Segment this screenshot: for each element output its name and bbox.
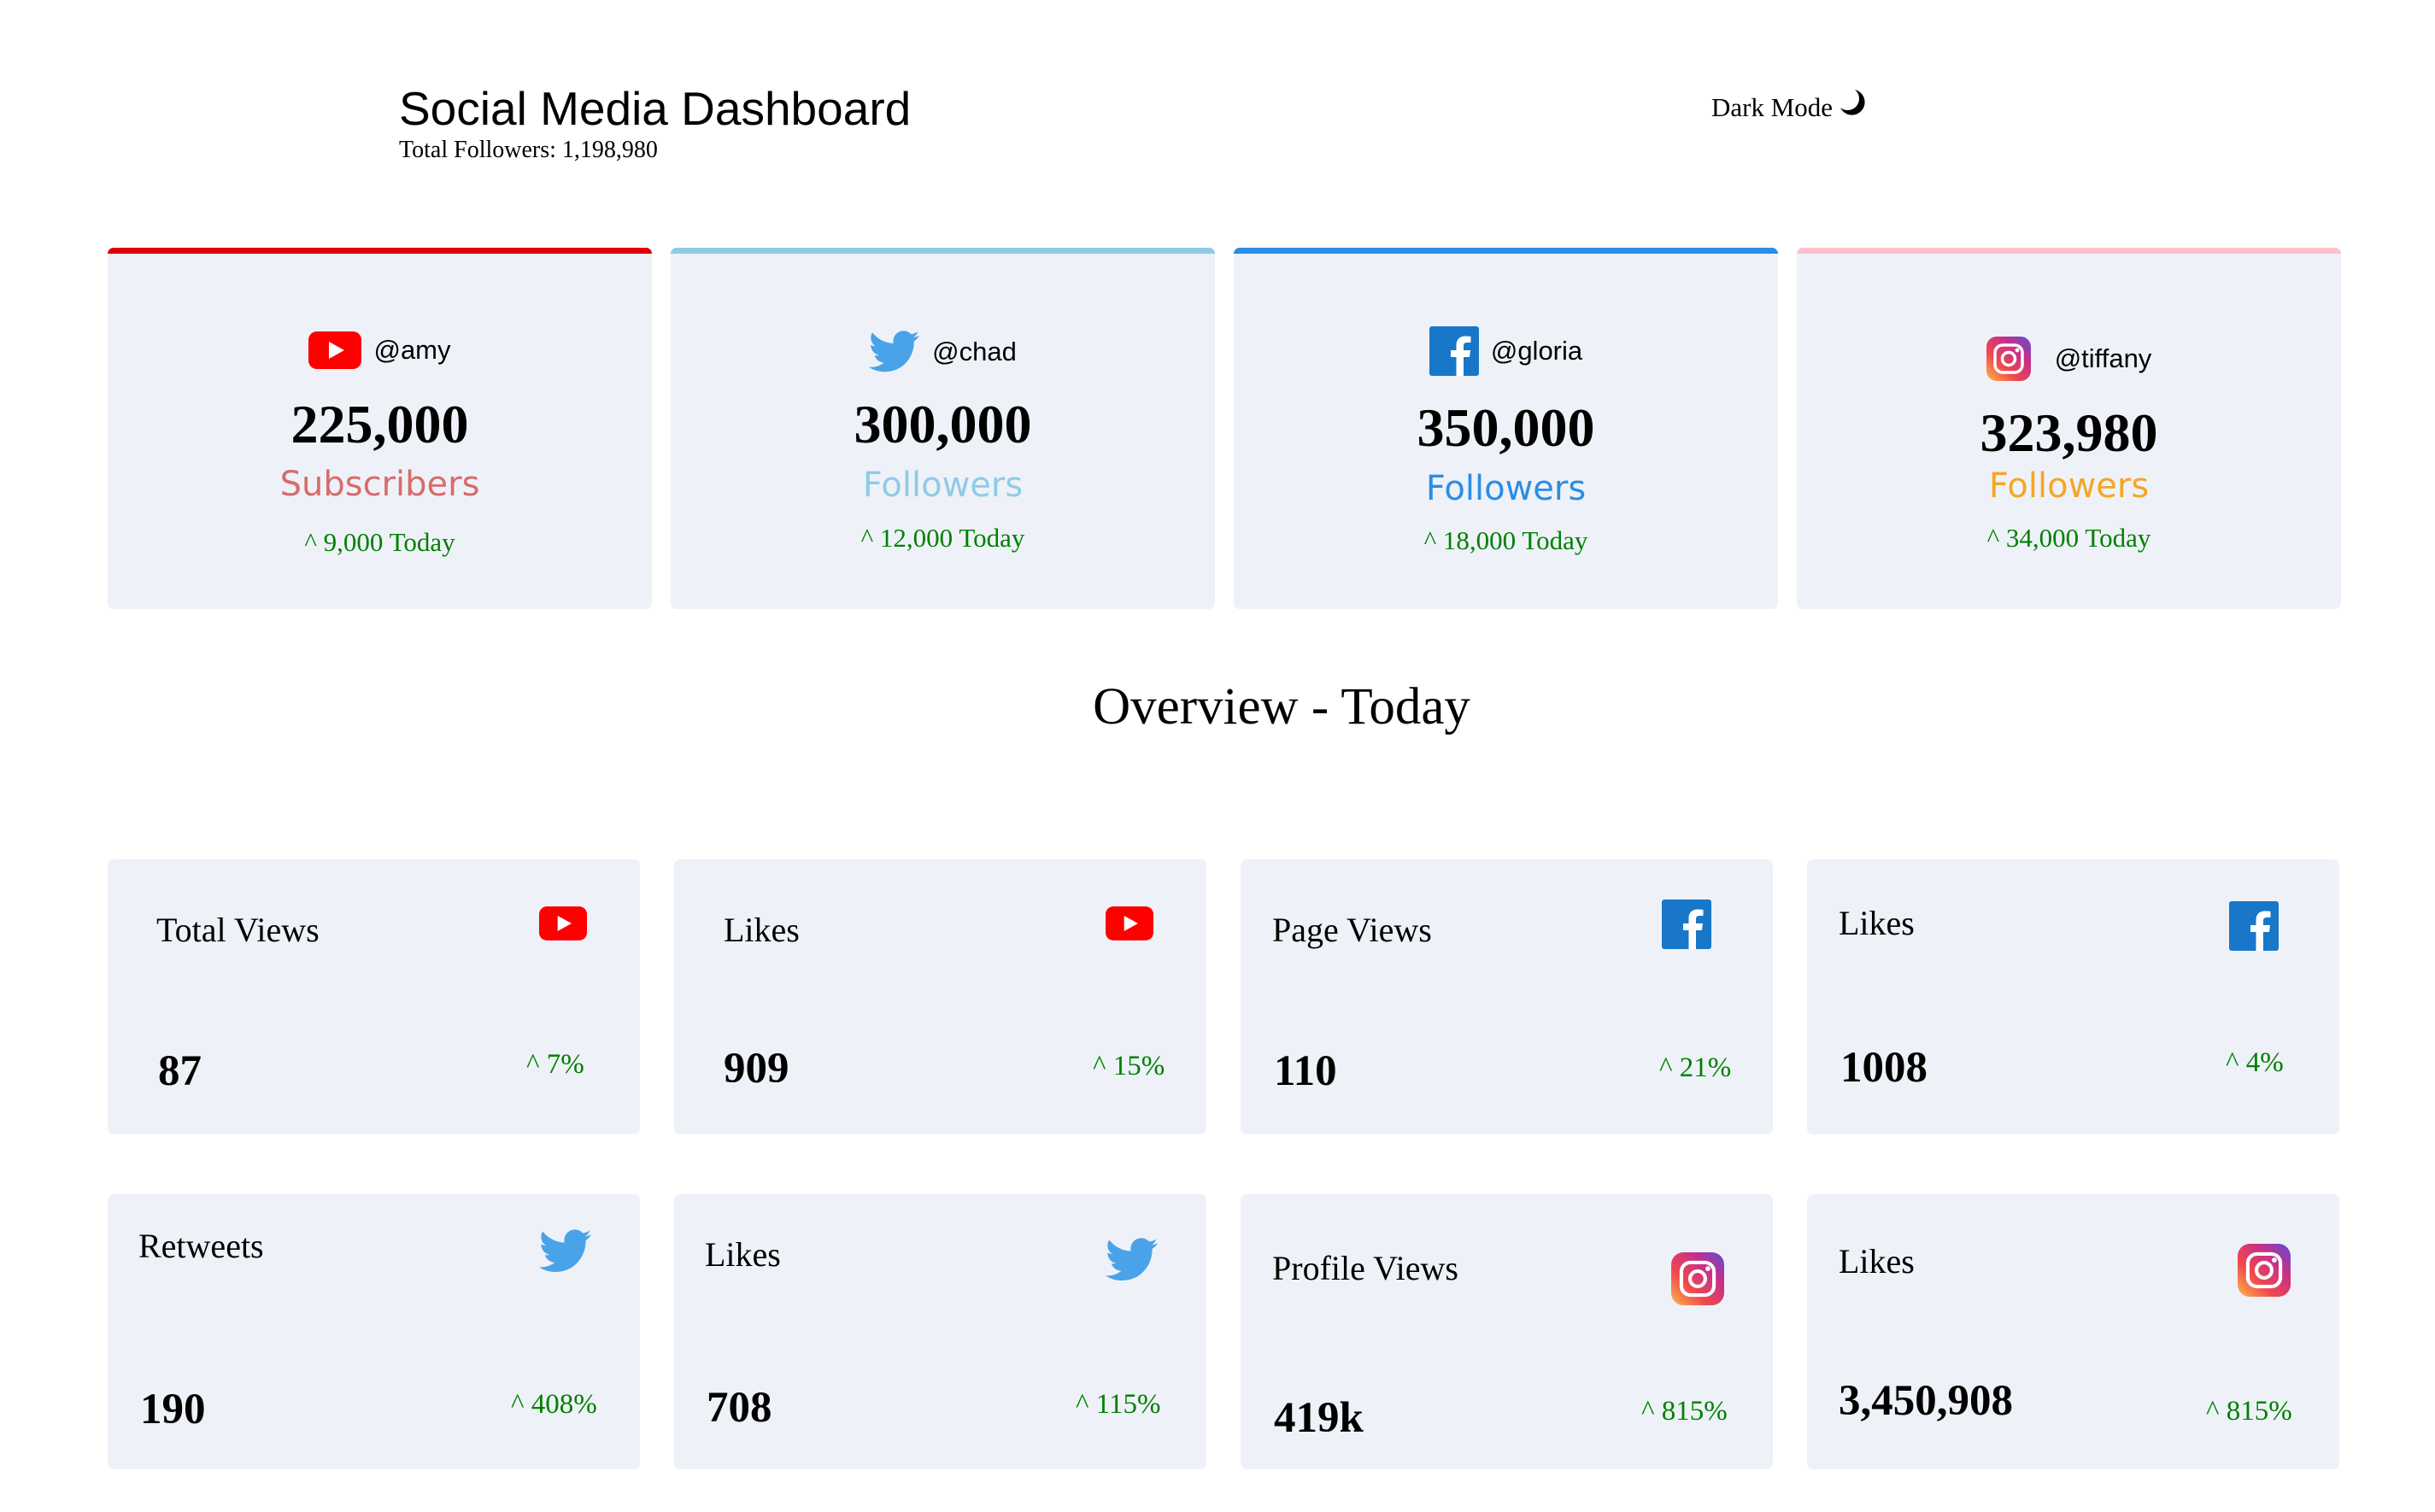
overview-label: Total Views bbox=[156, 911, 320, 949]
follower-unit: Subscribers bbox=[279, 465, 480, 504]
follower-card-instagram[interactable]: @tiffany 323,980 Followers ^ 34,000 Toda… bbox=[1797, 248, 2341, 609]
twitter-icon bbox=[539, 1229, 591, 1273]
instagram-icon bbox=[1986, 337, 2031, 381]
overview-label: Likes bbox=[1839, 1242, 1915, 1281]
dashboard-page: Social Media Dashboard Total Followers: … bbox=[0, 0, 2435, 1512]
card-handle-row: @gloria bbox=[1234, 326, 1778, 376]
overview-value: 708 bbox=[707, 1384, 772, 1432]
overview-label: Likes bbox=[1839, 904, 1915, 942]
card-handle-row: @amy bbox=[108, 331, 652, 369]
overview-label: Likes bbox=[724, 911, 800, 949]
follower-card-facebook[interactable]: @gloria 350,000 Followers ^ 18,000 Today bbox=[1234, 248, 1778, 609]
overview-change: ^ 815% bbox=[1641, 1396, 1728, 1427]
overview-value: 3,450,908 bbox=[1839, 1377, 2013, 1425]
today-change: ^ 18,000 Today bbox=[1423, 525, 1588, 555]
overview-change: ^ 15% bbox=[1093, 1051, 1165, 1081]
moon-icon bbox=[1840, 90, 1865, 115]
youtube-icon bbox=[1106, 906, 1153, 941]
facebook-icon bbox=[1429, 326, 1479, 376]
overview-change: ^ 21% bbox=[1659, 1052, 1732, 1083]
overview-change: ^ 408% bbox=[511, 1389, 597, 1420]
card-handle: @tiffany bbox=[2054, 343, 2152, 373]
overview-card-twitter-retweets[interactable]: Retweets 190 ^ 408% bbox=[108, 1194, 640, 1469]
follower-unit: Followers bbox=[1988, 466, 2150, 506]
dark-mode-label: Dark Mode bbox=[1711, 92, 1834, 122]
overview-card-youtube-likes[interactable]: Likes 909 ^ 15% bbox=[674, 859, 1206, 1134]
card-accent-bar bbox=[1234, 248, 1778, 254]
youtube-icon bbox=[539, 906, 587, 941]
overview-value: 87 bbox=[158, 1047, 202, 1095]
today-change: ^ 9,000 Today bbox=[304, 527, 455, 557]
card-handle: @chad bbox=[932, 337, 1017, 366]
overview-card-instagram-likes[interactable]: Likes 3,450,908 ^ 815% bbox=[1807, 1194, 2339, 1469]
overview-label: Likes bbox=[705, 1235, 781, 1274]
facebook-icon bbox=[2229, 901, 2279, 951]
overview-value: 909 bbox=[724, 1045, 789, 1093]
card-handle-row: @chad bbox=[671, 330, 1215, 374]
overview-card-twitter-likes[interactable]: Likes 708 ^ 115% bbox=[674, 1194, 1206, 1469]
dark-mode-toggle[interactable]: Dark Mode bbox=[1711, 85, 1867, 130]
instagram-icon bbox=[2238, 1244, 2291, 1297]
card-handle: @amy bbox=[373, 335, 451, 365]
follower-unit: Followers bbox=[1425, 469, 1587, 508]
today-change: ^ 12,000 Today bbox=[860, 523, 1025, 553]
overview-value: 110 bbox=[1274, 1047, 1337, 1095]
overview-label: Profile Views bbox=[1272, 1249, 1458, 1287]
overview-value: 419k bbox=[1274, 1394, 1364, 1442]
overview-card-instagram-profileviews[interactable]: Profile Views 419k ^ 815% bbox=[1241, 1194, 1773, 1469]
overview-change: ^ 7% bbox=[526, 1049, 584, 1080]
overview-label: Page Views bbox=[1272, 911, 1432, 949]
card-accent-bar bbox=[671, 248, 1215, 254]
card-accent-bar bbox=[1797, 248, 2341, 254]
overview-card-facebook-likes[interactable]: Likes 1008 ^ 4% bbox=[1807, 859, 2339, 1134]
today-change: ^ 34,000 Today bbox=[1986, 523, 2151, 553]
twitter-icon bbox=[1106, 1238, 1158, 1281]
follower-unit: Followers bbox=[862, 466, 1024, 505]
overview-value: 190 bbox=[140, 1386, 206, 1433]
twitter-icon bbox=[869, 331, 920, 372]
facebook-icon bbox=[1662, 900, 1711, 949]
card-handle: @gloria bbox=[1490, 336, 1583, 366]
overview-value: 1008 bbox=[1840, 1044, 1927, 1092]
youtube-icon bbox=[308, 331, 362, 369]
follower-count: 350,000 bbox=[1417, 397, 1595, 458]
instagram-icon bbox=[1671, 1252, 1724, 1305]
overview-label: Retweets bbox=[138, 1227, 264, 1265]
overview-change: ^ 4% bbox=[2226, 1047, 2284, 1078]
page-title: Social Media Dashboard bbox=[399, 82, 912, 135]
follower-count: 323,980 bbox=[1980, 402, 2158, 463]
follower-count: 300,000 bbox=[854, 394, 1032, 454]
follower-count: 225,000 bbox=[290, 394, 469, 454]
overview-change: ^ 815% bbox=[2206, 1396, 2292, 1427]
card-handle-row: @tiffany bbox=[1797, 337, 2341, 381]
overview-card-facebook-pageviews[interactable]: Page Views 110 ^ 21% bbox=[1241, 859, 1773, 1134]
follower-card-youtube[interactable]: @amy 225,000 Subscribers ^ 9,000 Today bbox=[108, 248, 652, 609]
follower-card-twitter[interactable]: @chad 300,000 Followers ^ 12,000 Today bbox=[671, 248, 1215, 609]
overview-change: ^ 115% bbox=[1076, 1389, 1161, 1420]
total-followers: Total Followers: 1,198,980 bbox=[399, 137, 658, 163]
overview-card-youtube-views[interactable]: Total Views 87 ^ 7% bbox=[108, 859, 640, 1134]
overview-title: Overview - Today bbox=[1093, 678, 1470, 735]
card-accent-bar bbox=[108, 248, 652, 254]
